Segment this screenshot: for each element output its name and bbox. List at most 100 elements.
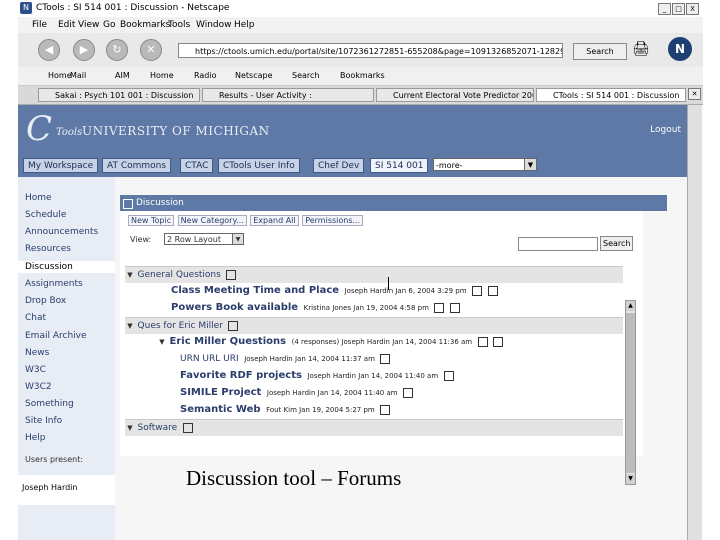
bookmark-search[interactable]: Search <box>292 71 319 80</box>
menu-view[interactable]: View <box>78 20 99 30</box>
permissions-link[interactable]: Permissions... <box>302 215 364 226</box>
site-tab-my-workspace[interactable]: My Workspace <box>23 158 99 173</box>
browser-tab[interactable]: Current Electoral Vote Predictor 2004 <box>376 88 534 102</box>
trash-icon[interactable] <box>182 422 193 433</box>
maximize-button[interactable]: □ <box>672 3 685 15</box>
category-title[interactable]: Ques for Eric Miller <box>138 321 223 331</box>
back-button[interactable]: ◀ <box>38 39 60 61</box>
close-window-button[interactable]: X <box>686 3 699 15</box>
bookmark-mail[interactable]: Mail <box>70 71 86 80</box>
site-tab-chef-dev[interactable]: Chef Dev <box>313 158 365 173</box>
edit-icon[interactable] <box>477 336 488 347</box>
nav-item-site-info[interactable]: Site Info <box>25 416 62 426</box>
nav-item-resources[interactable]: Resources <box>25 244 71 254</box>
menu-help[interactable]: Help <box>234 20 255 30</box>
menu-edit[interactable]: Edit <box>58 20 75 30</box>
edit-icon[interactable] <box>472 285 483 296</box>
bookmark-radio[interactable]: Radio <box>194 71 216 80</box>
menu-tools[interactable]: Tools <box>168 20 190 30</box>
edit-icon[interactable] <box>434 302 445 313</box>
trash-icon[interactable] <box>450 302 461 313</box>
topic-row[interactable]: Powers Book available Kristina Jones Jan… <box>125 300 623 316</box>
trash-icon[interactable] <box>228 320 239 331</box>
new-category-link[interactable]: New Category... <box>177 215 247 226</box>
stop-button[interactable]: ✕ <box>140 39 162 61</box>
menu-bookmarks[interactable]: Bookmarks <box>120 20 170 30</box>
trash-icon[interactable] <box>493 336 504 347</box>
site-tab-ctac[interactable]: CTAC <box>180 158 214 173</box>
nav-item-home[interactable]: Home <box>25 193 52 203</box>
scroll-thumb[interactable] <box>626 313 635 473</box>
reply-title[interactable]: URN URL URI <box>180 354 239 364</box>
scroll-down-icon[interactable]: ▼ <box>626 474 635 484</box>
print-icon[interactable]: 🖨 <box>632 41 650 57</box>
reply-row[interactable]: URN URL URI Joseph Hardin Jan 14, 2004 1… <box>125 351 623 367</box>
minimize-button[interactable]: _ <box>658 3 671 15</box>
topic-row[interactable]: Class Meeting Time and Place Joseph Hard… <box>125 283 623 299</box>
topic-title[interactable]: Class Meeting Time and Place <box>171 285 339 296</box>
category-row[interactable]: ▼ General Questions <box>125 266 623 283</box>
logout-link[interactable]: Logout <box>650 125 681 135</box>
site-tab-si-514[interactable]: SI 514 001 <box>370 158 429 173</box>
bookmark-aim[interactable]: AIM <box>115 71 130 80</box>
nav-item-news[interactable]: News <box>25 348 49 358</box>
nav-item-announcements[interactable]: Announcements <box>25 227 98 237</box>
reply-row[interactable]: Favorite RDF projects Joseph Hardin Jan … <box>125 368 623 384</box>
nav-item-schedule[interactable]: Schedule <box>25 210 66 220</box>
collapse-triangle-icon[interactable]: ▼ <box>125 267 135 283</box>
trash-icon[interactable] <box>226 269 237 280</box>
reply-row[interactable]: Semantic Web Fout Kim Jan 19, 2004 5:27 … <box>125 402 623 418</box>
reply-row[interactable]: SIMILE Project Joseph Hardin Jan 14, 200… <box>125 385 623 401</box>
trash-icon[interactable] <box>403 387 414 398</box>
menu-file[interactable]: File <box>32 20 47 30</box>
browser-tab-active[interactable]: CTools : SI 514 001 : Discussion <box>536 88 686 102</box>
category-row[interactable]: ▼ Software <box>125 419 623 436</box>
topic-row[interactable]: ▼ Eric Miller Questions (4 responses) Jo… <box>125 334 623 350</box>
site-tab-at-commons[interactable]: AT Commons <box>102 158 172 173</box>
collapse-triangle-icon[interactable]: ▼ <box>125 318 135 334</box>
topic-title[interactable]: Eric Miller Questions <box>170 336 287 347</box>
reply-title[interactable]: Favorite RDF projects <box>180 370 302 381</box>
menu-window[interactable]: Window <box>196 20 232 30</box>
topic-title[interactable]: Powers Book available <box>171 302 298 313</box>
site-tab-ctools-user-info[interactable]: CTools User Info <box>218 158 300 173</box>
browser-tab[interactable]: Results - User Activity : <box>202 88 374 102</box>
discussion-search-button[interactable]: Search <box>600 236 634 251</box>
trash-icon[interactable] <box>380 404 391 415</box>
url-field[interactable]: https://ctools.umich.edu/portal/site/107… <box>178 43 563 58</box>
search-button[interactable]: Search <box>573 43 627 60</box>
new-topic-link[interactable]: New Topic <box>128 215 175 226</box>
trash-icon[interactable] <box>487 285 498 296</box>
reply-title[interactable]: SIMILE Project <box>180 387 261 398</box>
scroll-up-icon[interactable]: ▲ <box>626 301 635 311</box>
nav-item-w3c2[interactable]: W3C2 <box>25 382 52 392</box>
browser-tab[interactable]: Sakai : Psych 101 001 : Discussion <box>38 88 200 102</box>
discussion-search-input[interactable] <box>518 237 598 251</box>
nav-item-something[interactable]: Something <box>25 399 74 409</box>
nav-item-email-archive[interactable]: Email Archive <box>25 331 87 341</box>
nav-item-assignments[interactable]: Assignments <box>25 279 83 289</box>
bookmark-bookmarks[interactable]: Bookmarks <box>340 71 385 80</box>
category-row[interactable]: ▼ Ques for Eric Miller <box>125 317 623 334</box>
category-title[interactable]: Software <box>138 423 178 433</box>
forward-button[interactable]: ▶ <box>73 39 95 61</box>
menu-go[interactable]: Go <box>103 20 115 30</box>
expand-all-link[interactable]: Expand All <box>250 215 299 226</box>
close-tab-icon[interactable]: ✕ <box>688 88 701 100</box>
trash-icon[interactable] <box>443 370 454 381</box>
nav-item-discussion[interactable]: Discussion <box>18 261 115 273</box>
nav-item-chat[interactable]: Chat <box>25 313 46 323</box>
bookmark-home-2[interactable]: Home <box>150 71 174 80</box>
category-title[interactable]: General Questions <box>138 270 221 280</box>
bookmark-home[interactable]: Home <box>48 71 72 80</box>
nav-item-w3c[interactable]: W3C <box>25 365 46 375</box>
reload-button[interactable]: ↻ <box>106 39 128 61</box>
bookmark-netscape[interactable]: Netscape <box>235 71 273 80</box>
nav-item-drop-box[interactable]: Drop Box <box>25 296 66 306</box>
trash-icon[interactable] <box>380 353 391 364</box>
collapse-triangle-icon[interactable]: ▼ <box>157 334 167 350</box>
page-scrollbar[interactable] <box>687 105 702 540</box>
nav-item-help[interactable]: Help <box>25 433 46 443</box>
more-sites-select[interactable]: -more- ▼ <box>433 158 537 171</box>
reply-title[interactable]: Semantic Web <box>180 404 261 415</box>
